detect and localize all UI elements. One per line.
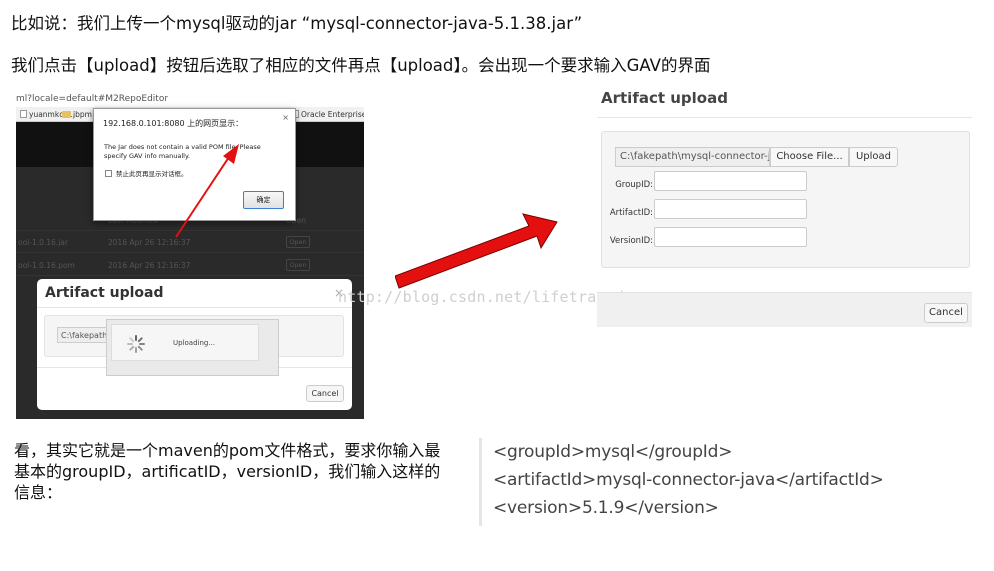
checkbox-icon[interactable] xyxy=(105,170,112,177)
table-row: ool-1.0.16.pom 2016 Apr 26 12:16:37 Open xyxy=(16,254,364,276)
file-path-field[interactable]: C:\fakepath\mysql-connector-java xyxy=(615,147,770,167)
intro-line-1: 比如说：我们上传一个mysql驱动的jar “mysql-connector-j… xyxy=(11,14,583,33)
modal-footer xyxy=(597,292,972,327)
small-red-arrow-icon xyxy=(175,144,239,238)
code-line-version: <version>5.1.9</version> xyxy=(493,498,719,518)
code-line-groupid: <groupId>mysql</groupId> xyxy=(493,442,733,462)
close-icon[interactable]: × xyxy=(282,113,289,122)
uploading-overlay: Uploading... xyxy=(106,319,279,376)
bookmark-2[interactable]: jbpm xyxy=(62,110,92,119)
artifactid-input[interactable] xyxy=(654,199,807,219)
gav-code-block: <groupId>mysql</groupId> <artifactId>mys… xyxy=(479,438,899,526)
uploading-text: Uploading... xyxy=(173,339,216,347)
upload-button[interactable]: Upload xyxy=(849,147,898,167)
modal-title: Artifact upload xyxy=(45,285,164,301)
versionid-input[interactable] xyxy=(654,227,807,247)
open-button[interactable]: Open xyxy=(286,259,310,271)
ok-button[interactable]: 确定 xyxy=(243,191,284,209)
divider xyxy=(37,307,352,308)
cancel-button[interactable]: Cancel xyxy=(306,385,344,402)
upload-heading: Artifact upload xyxy=(601,92,728,107)
uploading-box: Uploading... xyxy=(111,324,259,361)
page-icon xyxy=(20,110,27,118)
open-button[interactable]: Open xyxy=(286,236,310,248)
groupid-label: GroupID: xyxy=(615,180,653,190)
address-bar: ml?locale=default#M2RepoEditor xyxy=(16,92,364,107)
cancel-button[interactable]: Cancel xyxy=(924,303,968,323)
right-screenshot: Artifact upload C:\fakepath\mysql-connec… xyxy=(597,92,972,327)
versionid-label: VersionID: xyxy=(609,236,653,246)
intro-line-2: 我们点击【upload】按钮后选取了相应的文件再点【upload】。会出现一个要… xyxy=(11,56,711,75)
folder-icon xyxy=(62,111,71,118)
spinner-icon xyxy=(127,335,145,353)
divider xyxy=(597,117,972,118)
bookmark-3[interactable]: Oracle Enterprise xyxy=(292,110,364,119)
alert-title: 192.168.0.101:8080 上的网页显示： xyxy=(103,119,244,128)
explanation-paragraph: 看，其实它就是一个maven的pom文件格式，要求你输入最基本的groupID，… xyxy=(14,441,441,502)
choose-file-button[interactable]: Choose File... xyxy=(770,147,849,167)
big-red-arrow-icon xyxy=(395,213,558,289)
groupid-input[interactable] xyxy=(654,171,807,191)
code-line-artifactid: <artifactId>mysql-connector-java</artifa… xyxy=(493,470,884,490)
watermark: http://blog.csdn.net/lifetragedy xyxy=(338,288,634,306)
left-screenshot: ml?locale=default#M2RepoEditor yuanmkch.… xyxy=(16,92,364,419)
artifactid-label: ArtifactID: xyxy=(609,208,653,218)
